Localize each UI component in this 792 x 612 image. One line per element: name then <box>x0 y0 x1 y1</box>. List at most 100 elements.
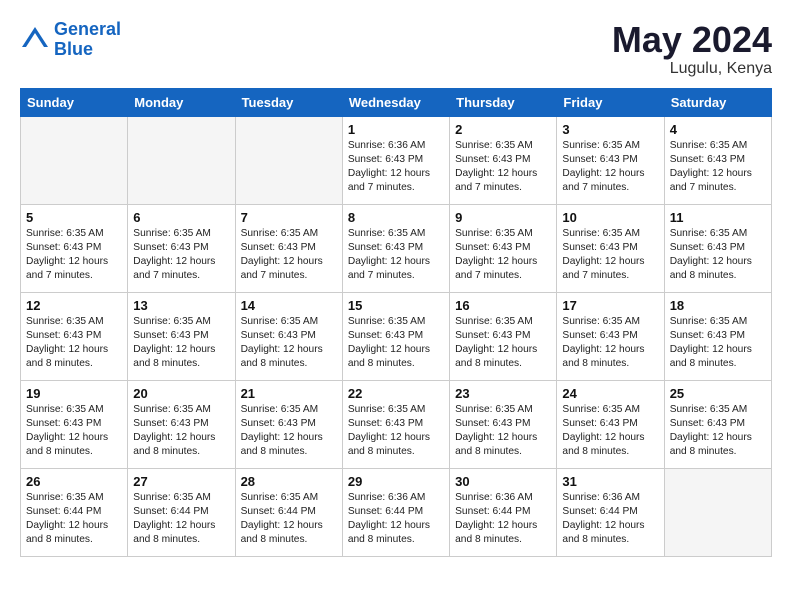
calendar-cell: 15 Sunrise: 6:35 AMSunset: 6:43 PMDayligh… <box>342 292 449 380</box>
day-info: Sunrise: 6:36 AMSunset: 6:44 PMDaylight:… <box>562 491 658 548</box>
calendar-table: SundayMondayTuesdayWednesdayThursdayFrid… <box>20 88 772 557</box>
week-row: 12 Sunrise: 6:35 AMSunset: 6:43 PMDayligh… <box>21 292 772 380</box>
day-number: 5 <box>26 210 122 225</box>
day-number: 4 <box>670 122 766 137</box>
calendar-cell: 20Sunrise: 6:35 AMSunset: 6:43 PMDayligh… <box>128 380 235 468</box>
calendar-cell: 6Sunrise: 6:35 AMSunset: 6:43 PMDaylight… <box>128 204 235 292</box>
day-number: 25 <box>670 386 766 401</box>
calendar-cell: 10 Sunrise: 6:35 AMSunset: 6:43 PMDayligh… <box>557 204 664 292</box>
calendar-cell: 4Sunrise: 6:35 AMSunset: 6:43 PMDaylight… <box>664 116 771 204</box>
weekday-header: Saturday <box>664 88 771 116</box>
calendar-cell <box>235 116 342 204</box>
calendar-cell: 13 Sunrise: 6:35 AMSunset: 6:43 PMDayligh… <box>128 292 235 380</box>
day-info: Sunrise: 6:35 AMSunset: 6:43 PMDaylight:… <box>455 227 551 284</box>
day-number: 19 <box>26 386 122 401</box>
calendar-cell: 3Sunrise: 6:35 AMSunset: 6:43 PMDaylight… <box>557 116 664 204</box>
day-number: 30 <box>455 474 551 489</box>
day-info: Sunrise: 6:35 AMSunset: 6:43 PMDaylight:… <box>26 315 122 372</box>
day-info: Sunrise: 6:35 AMSunset: 6:43 PMDaylight:… <box>562 315 658 372</box>
month-title: May 2024 <box>612 20 772 60</box>
weekday-header: Sunday <box>21 88 128 116</box>
day-number: 15 <box>348 298 444 313</box>
week-row: 1 Sunrise: 6:36 AMSunset: 6:43 PMDaylight… <box>21 116 772 204</box>
calendar-cell: 8 Sunrise: 6:35 AMSunset: 6:43 PMDaylight… <box>342 204 449 292</box>
logo-text: General Blue <box>54 20 121 60</box>
day-info: Sunrise: 6:35 AMSunset: 6:44 PMDaylight:… <box>133 491 229 548</box>
day-number: 29 <box>348 474 444 489</box>
day-info: Sunrise: 6:36 AMSunset: 6:44 PMDaylight:… <box>455 491 551 548</box>
day-info: Sunrise: 6:35 AMSunset: 6:44 PMDaylight:… <box>241 491 337 548</box>
calendar-cell: 28 Sunrise: 6:35 AMSunset: 6:44 PMDayligh… <box>235 468 342 556</box>
day-info: Sunrise: 6:35 AMSunset: 6:43 PMDaylight:… <box>670 227 766 284</box>
week-row: 26 Sunrise: 6:35 AMSunset: 6:44 PMDayligh… <box>21 468 772 556</box>
calendar-cell: 24Sunrise: 6:35 AMSunset: 6:43 PMDayligh… <box>557 380 664 468</box>
calendar-cell: 9 Sunrise: 6:35 AMSunset: 6:43 PMDaylight… <box>450 204 557 292</box>
day-number: 18 <box>670 298 766 313</box>
logo-general: General <box>54 19 121 39</box>
calendar-cell: 31Sunrise: 6:36 AMSunset: 6:44 PMDayligh… <box>557 468 664 556</box>
calendar-cell: 5 Sunrise: 6:35 AMSunset: 6:43 PMDaylight… <box>21 204 128 292</box>
calendar-cell <box>664 468 771 556</box>
calendar-cell: 22 Sunrise: 6:35 AMSunset: 6:43 PMDayligh… <box>342 380 449 468</box>
calendar-cell: 16Sunrise: 6:35 AMSunset: 6:43 PMDayligh… <box>450 292 557 380</box>
day-info: Sunrise: 6:36 AMSunset: 6:43 PMDaylight:… <box>348 139 444 196</box>
calendar-cell: 21Sunrise: 6:35 AMSunset: 6:43 PMDayligh… <box>235 380 342 468</box>
calendar-cell: 17 Sunrise: 6:35 AMSunset: 6:43 PMDayligh… <box>557 292 664 380</box>
day-info: Sunrise: 6:35 AMSunset: 6:43 PMDaylight:… <box>348 227 444 284</box>
weekday-header: Wednesday <box>342 88 449 116</box>
weekday-header-row: SundayMondayTuesdayWednesdayThursdayFrid… <box>21 88 772 116</box>
day-info: Sunrise: 6:35 AMSunset: 6:43 PMDaylight:… <box>26 227 122 284</box>
day-info: Sunrise: 6:35 AMSunset: 6:43 PMDaylight:… <box>670 315 766 372</box>
week-row: 5 Sunrise: 6:35 AMSunset: 6:43 PMDaylight… <box>21 204 772 292</box>
calendar-cell: 18 Sunrise: 6:35 AMSunset: 6:43 PMDayligh… <box>664 292 771 380</box>
calendar-cell: 23 Sunrise: 6:35 AMSunset: 6:43 PMDayligh… <box>450 380 557 468</box>
logo: General Blue <box>20 20 121 60</box>
day-number: 12 <box>26 298 122 313</box>
day-info: Sunrise: 6:35 AMSunset: 6:43 PMDaylight:… <box>133 227 229 284</box>
calendar-cell: 19 Sunrise: 6:35 AMSunset: 6:43 PMDayligh… <box>21 380 128 468</box>
location: Lugulu, Kenya <box>612 60 772 78</box>
weekday-header: Monday <box>128 88 235 116</box>
day-info: Sunrise: 6:35 AMSunset: 6:43 PMDaylight:… <box>133 403 229 460</box>
day-number: 8 <box>348 210 444 225</box>
day-number: 11 <box>670 210 766 225</box>
day-info: Sunrise: 6:35 AMSunset: 6:43 PMDaylight:… <box>241 403 337 460</box>
day-number: 2 <box>455 122 551 137</box>
calendar-cell: 14Sunrise: 6:35 AMSunset: 6:43 PMDayligh… <box>235 292 342 380</box>
day-number: 23 <box>455 386 551 401</box>
day-info: Sunrise: 6:35 AMSunset: 6:43 PMDaylight:… <box>562 227 658 284</box>
calendar-cell: 7Sunrise: 6:35 AMSunset: 6:43 PMDaylight… <box>235 204 342 292</box>
logo-icon <box>20 25 50 55</box>
calendar-cell: 1 Sunrise: 6:36 AMSunset: 6:43 PMDaylight… <box>342 116 449 204</box>
day-number: 24 <box>562 386 658 401</box>
weekday-header: Tuesday <box>235 88 342 116</box>
day-number: 17 <box>562 298 658 313</box>
day-number: 26 <box>26 474 122 489</box>
calendar-cell: 26 Sunrise: 6:35 AMSunset: 6:44 PMDayligh… <box>21 468 128 556</box>
week-row: 19 Sunrise: 6:35 AMSunset: 6:43 PMDayligh… <box>21 380 772 468</box>
calendar-cell: 25Sunrise: 6:35 AMSunset: 6:43 PMDayligh… <box>664 380 771 468</box>
day-number: 28 <box>241 474 337 489</box>
day-info: Sunrise: 6:35 AMSunset: 6:43 PMDaylight:… <box>241 227 337 284</box>
calendar-cell <box>21 116 128 204</box>
day-info: Sunrise: 6:35 AMSunset: 6:43 PMDaylight:… <box>26 403 122 460</box>
calendar-cell: 27 Sunrise: 6:35 AMSunset: 6:44 PMDayligh… <box>128 468 235 556</box>
day-number: 3 <box>562 122 658 137</box>
day-info: Sunrise: 6:35 AMSunset: 6:43 PMDaylight:… <box>133 315 229 372</box>
day-info: Sunrise: 6:35 AMSunset: 6:43 PMDaylight:… <box>348 403 444 460</box>
day-number: 13 <box>133 298 229 313</box>
day-info: Sunrise: 6:35 AMSunset: 6:43 PMDaylight:… <box>455 315 551 372</box>
day-number: 27 <box>133 474 229 489</box>
calendar-cell: 12 Sunrise: 6:35 AMSunset: 6:43 PMDayligh… <box>21 292 128 380</box>
day-info: Sunrise: 6:35 AMSunset: 6:43 PMDaylight:… <box>455 403 551 460</box>
weekday-header: Friday <box>557 88 664 116</box>
day-info: Sunrise: 6:35 AMSunset: 6:43 PMDaylight:… <box>348 315 444 372</box>
day-number: 9 <box>455 210 551 225</box>
page-header: General Blue May 2024 Lugulu, Kenya <box>20 20 772 78</box>
day-number: 10 <box>562 210 658 225</box>
day-info: Sunrise: 6:35 AMSunset: 6:44 PMDaylight:… <box>26 491 122 548</box>
day-number: 1 <box>348 122 444 137</box>
calendar-cell: 30 Sunrise: 6:36 AMSunset: 6:44 PMDayligh… <box>450 468 557 556</box>
day-number: 22 <box>348 386 444 401</box>
day-info: Sunrise: 6:35 AMSunset: 6:43 PMDaylight:… <box>241 315 337 372</box>
